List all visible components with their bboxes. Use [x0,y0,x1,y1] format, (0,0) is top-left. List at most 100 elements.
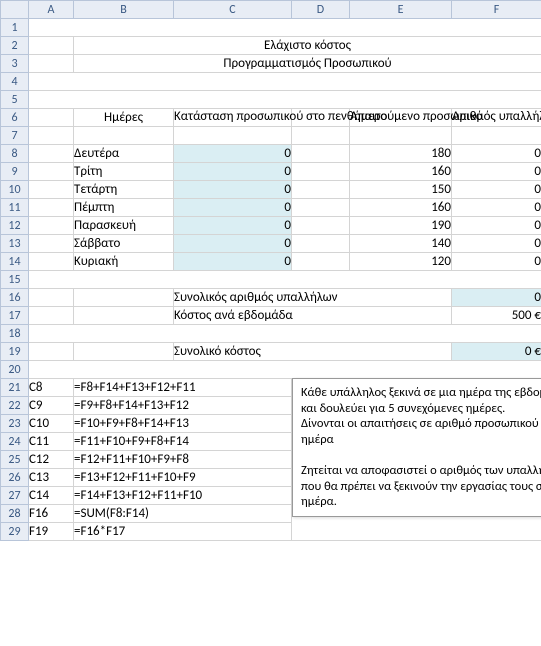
status-cell[interactable]: 0 [174,145,292,163]
day-name[interactable]: Τρίτη [74,163,174,181]
note-p2: Δίνονται οι απαιτήσεις σε αριθμό προσωπι… [301,416,541,447]
table-row: 8 Δευτέρα 0 180 0 [1,145,541,163]
row-header[interactable]: 14 [1,253,29,271]
row-header[interactable]: 11 [1,199,29,217]
required-cell[interactable]: 180 [350,145,452,163]
status-cell[interactable]: 0 [174,253,292,271]
day-name[interactable]: Κυριακή [74,253,174,271]
formula-text[interactable]: =F11+F10+F9+F8+F14 [74,433,292,451]
row-header[interactable]: 9 [1,163,29,181]
count-cell[interactable]: 0 [452,181,541,199]
formula-text[interactable]: =F12+F11+F10+F9+F8 [74,451,292,469]
row-header[interactable]: 28 [1,505,29,523]
weekly-cost-value[interactable]: 500 € [452,307,541,325]
table-row: 12 Παρασκευή 0 190 0 [1,217,541,235]
required-cell[interactable]: 120 [350,253,452,271]
col-header[interactable]: E [350,1,452,19]
formula-ref[interactable]: F19 [29,523,74,541]
row-header[interactable]: 13 [1,235,29,253]
row-header[interactable]: 7 [1,127,29,145]
formula-text[interactable]: =SUM(F8:F14) [74,505,292,523]
row-header[interactable]: 15 [1,271,29,289]
table-row: 14 Κυριακή 0 120 0 [1,253,541,271]
spreadsheet-grid[interactable]: A B C D E F 1 2 Ελάχιστο κόστος 3 Προγρα… [0,0,541,541]
formula-ref[interactable]: C8 [29,379,74,397]
row-header[interactable]: 17 [1,307,29,325]
title-min-cost: Ελάχιστο κόστος [74,37,541,55]
formula-ref[interactable]: C10 [29,415,74,433]
formula-text[interactable]: =F10+F9+F8+F14+F13 [74,415,292,433]
row-header[interactable]: 24 [1,433,29,451]
day-name[interactable]: Πέμπτη [74,199,174,217]
row-header[interactable]: 12 [1,217,29,235]
row-header[interactable]: 22 [1,397,29,415]
col-header[interactable]: B [74,1,174,19]
total-cost-label: Συνολικό κόστος [174,343,452,361]
row-header[interactable]: 4 [1,73,29,91]
row-header[interactable]: 23 [1,415,29,433]
formula-text[interactable]: =F9+F8+F14+F13+F12 [74,397,292,415]
formula-row: 21 C8 =F8+F14+F13+F12+F11 Κάθε υπάλληλος… [1,379,541,397]
row-header[interactable]: 10 [1,181,29,199]
row-header[interactable]: 3 [1,55,29,73]
required-cell[interactable]: 140 [350,235,452,253]
formula-ref[interactable]: C9 [29,397,74,415]
col-header[interactable]: D [292,1,350,19]
count-cell[interactable]: 0 [452,217,541,235]
formula-ref[interactable]: C14 [29,487,74,505]
required-cell[interactable]: 160 [350,163,452,181]
row-header[interactable]: 16 [1,289,29,307]
row-header[interactable]: 5 [1,91,29,109]
formula-text[interactable]: =F14+F13+F12+F11+F10 [74,487,292,505]
formula-ref[interactable]: C12 [29,451,74,469]
row-header[interactable]: 6 [1,109,29,127]
total-cost-value[interactable]: 0 € [452,343,541,361]
formula-ref[interactable]: C13 [29,469,74,487]
day-name[interactable]: Σάββατο [74,235,174,253]
row-header[interactable]: 8 [1,145,29,163]
count-cell[interactable]: 0 [452,145,541,163]
row-header[interactable]: 29 [1,523,29,541]
row-header[interactable]: 1 [1,19,29,37]
status-cell[interactable]: 0 [174,181,292,199]
table-row: 10 Τετάρτη 0 150 0 [1,181,541,199]
required-cell[interactable]: 160 [350,199,452,217]
total-employees-label: Συνολικός αριθμός υπαλλήλων [174,289,452,307]
formula-ref[interactable]: C11 [29,433,74,451]
formula-ref[interactable]: F16 [29,505,74,523]
formula-text[interactable]: =F16*F17 [74,523,292,541]
status-cell[interactable]: 0 [174,163,292,181]
count-cell[interactable]: 0 [452,253,541,271]
count-cell[interactable]: 0 [452,199,541,217]
col-header[interactable]: F [452,1,541,19]
note-p3: Ζητείται να αποφασιστεί ο αριθμός των υπ… [301,463,541,509]
col-header[interactable]: C [174,1,292,19]
row-header[interactable]: 2 [1,37,29,55]
row-header[interactable]: 26 [1,469,29,487]
row-header[interactable]: 19 [1,343,29,361]
formula-text[interactable]: =F13+F12+F11+F10+F9 [74,469,292,487]
status-cell[interactable]: 0 [174,217,292,235]
header-required: Απαιτούμενο προσωπικό [350,109,452,127]
row-header[interactable]: 25 [1,451,29,469]
formula-text[interactable]: =F8+F14+F13+F12+F11 [74,379,292,397]
select-all-corner[interactable] [1,1,29,19]
status-cell[interactable]: 0 [174,235,292,253]
row-header[interactable]: 20 [1,361,29,379]
status-cell[interactable]: 0 [174,199,292,217]
row-header[interactable]: 21 [1,379,29,397]
day-name[interactable]: Τετάρτη [74,181,174,199]
col-header[interactable]: A [29,1,74,19]
count-cell[interactable]: 0 [452,163,541,181]
header-count: Αριθμός υπαλλήλων ανά ημέρα [452,109,541,127]
row-header[interactable]: 18 [1,325,29,343]
required-cell[interactable]: 190 [350,217,452,235]
required-cell[interactable]: 150 [350,181,452,199]
row-header[interactable]: 27 [1,487,29,505]
header-status: Κατάσταση προσωπικού στο πενθήμερο [174,109,292,127]
total-employees-value[interactable]: 0 [452,289,541,307]
problem-note: Κάθε υπάλληλος ξεκινά σε μια ημέρα της ε… [292,378,541,517]
day-name[interactable]: Παρασκευή [74,217,174,235]
count-cell[interactable]: 0 [452,235,541,253]
day-name[interactable]: Δευτέρα [74,145,174,163]
